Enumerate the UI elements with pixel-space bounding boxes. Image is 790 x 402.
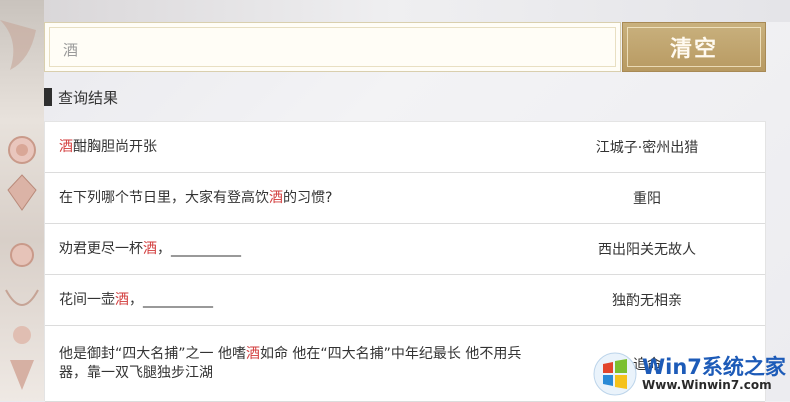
windows-logo-icon [593,352,637,395]
result-question: 花间一壶酒，__________ [45,291,529,310]
clear-button[interactable]: 清空 [622,22,766,72]
question-text: ，__________ [157,240,241,257]
result-row[interactable]: 劝君更尽一杯酒，__________ 西出阳关无故人 [45,224,765,275]
result-question: 酒酣胸胆尚开张 [45,138,529,157]
result-answer: 江城子·密州出猎 [595,140,699,156]
question-text: 的习惯? [283,189,333,206]
search-box[interactable] [44,22,621,72]
results-heading-label: 查询结果 [58,88,119,107]
result-question: 他是御封“四大名捕”之一 他嗜酒如命 他在“四大名捕”中年纪最长 他不用兵器，靠… [45,345,529,383]
result-answer: 独酌无相亲 [612,293,682,309]
decorative-artwork [0,0,44,401]
result-question: 在下列哪个节日里，大家有登高饮酒的习惯? [45,189,529,208]
result-answer: 重阳 [633,191,661,207]
question-text: ，__________ [129,291,213,308]
result-answer: 西出阳关无故人 [598,242,696,258]
keyword-highlight: 酒 [245,345,260,362]
question-text: 花间一壶 [59,291,115,308]
keyword-highlight: 酒 [59,138,73,155]
watermark: Win7系统之家 Www.Winwin7.com [592,346,790,401]
keyword-highlight: 酒 [269,189,283,206]
question-text: 酣胸胆尚开张 [73,138,157,155]
question-text: 他是御封“四大名捕”之一 他嗜 [59,345,246,362]
heading-marker [44,88,52,106]
watermark-url: Www.Winwin7.com [642,377,772,392]
keyword-highlight: 酒 [143,240,157,257]
watermark-title: Win7系统之家 [642,354,786,379]
background-banner [0,0,790,22]
search-input[interactable] [61,35,605,63]
question-text: 在下列哪个节日里，大家有登高饮 [59,189,269,206]
results-heading: 查询结果 [44,87,118,107]
result-row[interactable]: 在下列哪个节日里，大家有登高饮酒的习惯? 重阳 [45,173,765,224]
keyword-highlight: 酒 [115,291,129,308]
clear-button-label: 清空 [669,36,718,62]
result-question: 劝君更尽一杯酒，__________ [45,240,529,259]
result-row[interactable]: 酒酣胸胆尚开张 江城子·密州出猎 [45,122,765,173]
question-text: 劝君更尽一杯 [59,240,143,257]
result-row[interactable]: 花间一壶酒，__________ 独酌无相亲 [45,275,765,326]
